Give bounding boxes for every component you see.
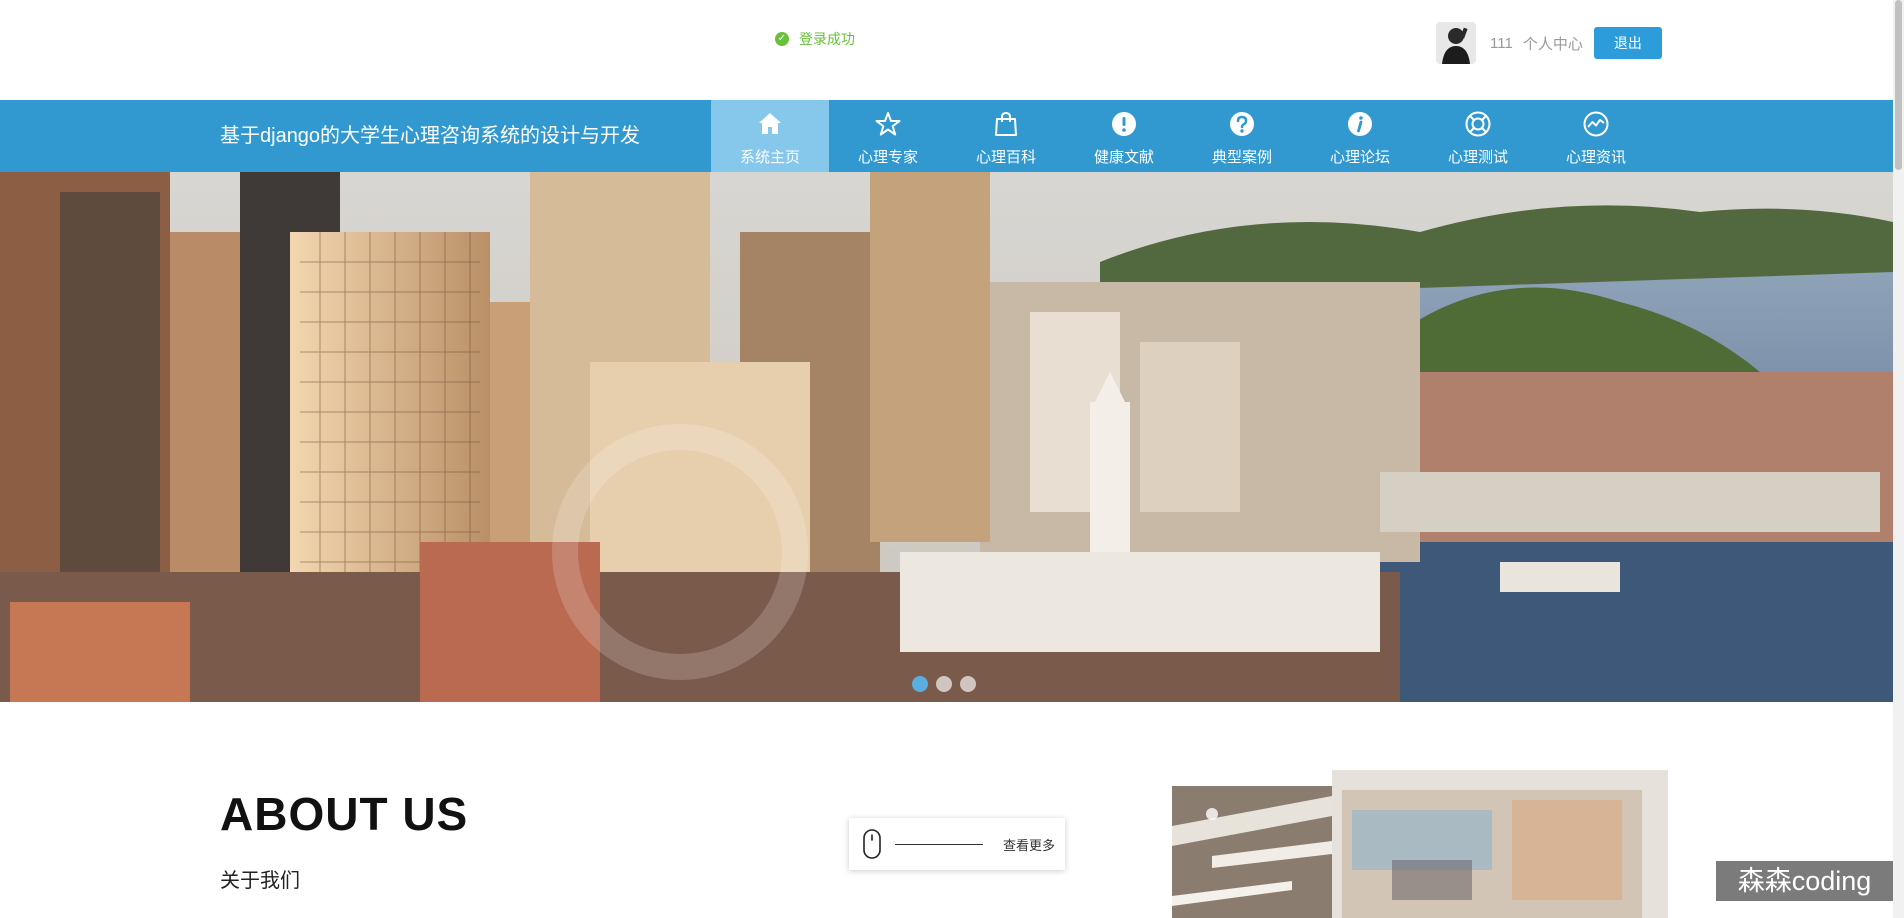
chart-circle-icon — [1583, 111, 1609, 137]
nav-label: 心理测试 — [1447, 149, 1508, 166]
toast-text: 登录成功 — [799, 31, 855, 47]
nav-item-forum[interactable]: 心理论坛 — [1301, 100, 1419, 172]
nav-item-news[interactable]: 心理资讯 — [1537, 100, 1655, 172]
nav-item-tests[interactable]: 心理测试 — [1419, 100, 1537, 172]
login-success-toast: ✓ 登录成功 — [775, 29, 855, 49]
question-circle-icon — [1230, 112, 1254, 136]
site-title: 基于django的大学生心理咨询系统的设计与开发 — [220, 125, 641, 147]
user-avatar-icon[interactable] — [1436, 22, 1476, 64]
nav-item-cases[interactable]: 典型案例 — [1183, 100, 1301, 172]
shopping-bag-icon — [995, 111, 1017, 136]
user-box: 111 个人中心 退出 — [1436, 22, 1662, 64]
view-more-button[interactable]: 查看更多 — [849, 818, 1065, 870]
carousel-dots — [912, 676, 976, 692]
carousel-dot[interactable] — [912, 676, 928, 692]
blurred-image — [1332, 770, 1668, 918]
logout-button[interactable]: 退出 — [1593, 27, 1662, 59]
nav-bar: 基于django的大学生心理咨询系统的设计与开发 系统主页 心理专家 心理百科 — [0, 100, 1893, 172]
home-icon — [759, 113, 781, 134]
nav-label: 系统主页 — [739, 149, 800, 166]
lifebuoy-icon — [1465, 111, 1491, 137]
nav-label: 心理资讯 — [1565, 149, 1626, 166]
banner-carousel[interactable] — [0, 172, 1893, 702]
about-subtitle: 关于我们 — [220, 870, 300, 892]
star-icon — [875, 112, 901, 136]
nav-item-literature[interactable]: 健康文献 — [1065, 100, 1183, 172]
exclamation-circle-icon — [1112, 112, 1136, 136]
carousel-dot[interactable] — [960, 676, 976, 692]
nav-label: 健康文献 — [1093, 149, 1154, 166]
nav-menu: 系统主页 心理专家 心理百科 健康文献 典型案例 心理论坛 心理测试 心理资讯 — [711, 100, 1655, 172]
top-bar: ✓ 登录成功 111 个人中心 退出 — [0, 0, 1893, 100]
scrollbar-thumb[interactable] — [1895, 0, 1902, 170]
nav-label: 心理专家 — [857, 149, 918, 166]
nav-item-home[interactable]: 系统主页 — [711, 100, 829, 172]
nav-label: 心理论坛 — [1329, 149, 1390, 166]
view-more-label: 查看更多 — [1003, 837, 1056, 853]
carousel-dot[interactable] — [936, 676, 952, 692]
user-center-link[interactable]: 个人中心 — [1523, 33, 1583, 54]
info-circle-icon — [1348, 112, 1372, 136]
watermark-text: 森森coding — [1716, 861, 1893, 901]
nav-label: 典型案例 — [1211, 149, 1272, 166]
nav-item-encyclopedia[interactable]: 心理百科 — [947, 100, 1065, 172]
nav-item-experts[interactable]: 心理专家 — [829, 100, 947, 172]
mouse-icon — [863, 829, 881, 859]
check-circle-icon: ✓ — [775, 32, 789, 46]
about-image — [1172, 786, 1332, 918]
about-title: ABOUT US — [220, 788, 469, 840]
divider-line — [895, 843, 983, 845]
username: 111 — [1490, 34, 1513, 52]
page-scrollbar[interactable] — [1893, 0, 1904, 918]
city-skyline-photo — [0, 172, 1893, 702]
nav-label: 心理百科 — [975, 149, 1036, 166]
